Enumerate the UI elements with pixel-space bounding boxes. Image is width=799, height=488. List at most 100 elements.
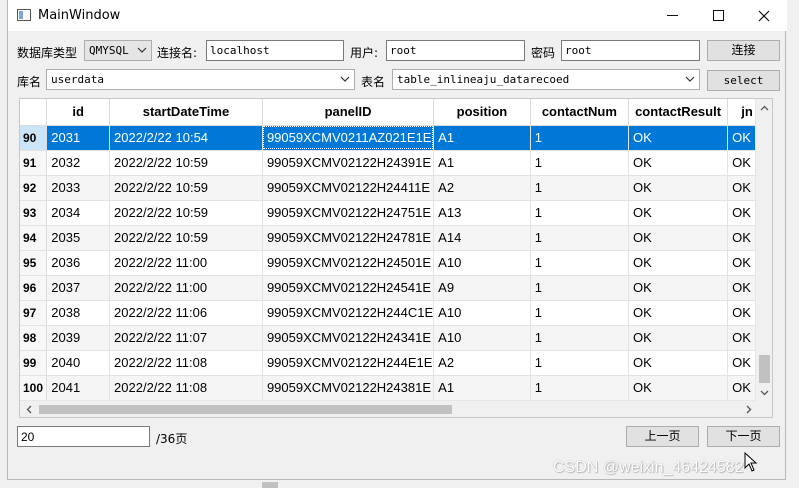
vertical-scrollbar[interactable] xyxy=(755,99,772,401)
cell-position[interactable]: A13 xyxy=(433,200,531,226)
cell-position[interactable]: A1 xyxy=(433,150,531,176)
cell-contactresult[interactable]: OK xyxy=(628,225,729,251)
table-row[interactable]: 99 2040 2022/2/22 11:08 99059XCMV02122H244E… xyxy=(20,350,772,376)
data-table-view[interactable]: id startDateTime panelID position contac… xyxy=(19,98,773,418)
row-header[interactable]: 94 xyxy=(20,225,48,251)
cell-contactresult[interactable]: OK xyxy=(628,200,729,226)
row-header[interactable]: 99 xyxy=(20,350,48,376)
cell-startdatetime[interactable]: 2022/2/22 11:08 xyxy=(109,350,263,376)
cell-contactresult[interactable]: OK xyxy=(628,175,729,201)
row-header[interactable]: 96 xyxy=(20,275,48,301)
table-row[interactable]: 93 2034 2022/2/22 10:59 99059XCMV02122H2475… xyxy=(20,200,772,226)
cell-startdatetime[interactable]: 2022/2/22 10:59 xyxy=(109,150,263,176)
cell-id[interactable]: 2041 xyxy=(46,375,111,401)
cell-contactresult[interactable]: OK xyxy=(628,125,729,151)
cell-startdatetime[interactable]: 2022/2/22 11:08 xyxy=(109,375,263,401)
cell-contactnum[interactable]: 1 xyxy=(530,325,630,351)
user-field[interactable]: root xyxy=(386,40,525,61)
cell-startdatetime[interactable]: 2022/2/22 11:07 xyxy=(109,325,263,351)
cell-contactresult[interactable]: OK xyxy=(628,350,729,376)
cell-id[interactable]: 2032 xyxy=(46,150,111,176)
table-row[interactable]: 100 2041 2022/2/22 11:08 99059XCMV02122H243… xyxy=(20,375,772,401)
scroll-down-button[interactable] xyxy=(756,384,772,401)
cell-id[interactable]: 2038 xyxy=(46,300,111,326)
cell-panelid[interactable]: 99059XCMV02122H24501E xyxy=(262,250,435,276)
cell-id[interactable]: 2031 xyxy=(46,125,111,151)
column-header-id[interactable]: id xyxy=(46,99,111,126)
cell-contactnum[interactable]: 1 xyxy=(530,200,630,226)
connect-button[interactable]: 连接 xyxy=(707,40,780,61)
cell-panelid[interactable]: 99059XCMV02122H24381E xyxy=(262,375,435,401)
cell-contactresult[interactable]: OK xyxy=(628,300,729,326)
cell-contactnum[interactable]: 1 xyxy=(530,275,630,301)
column-header-contactresult[interactable]: contactResult xyxy=(628,99,729,126)
cell-contactresult[interactable]: OK xyxy=(628,250,729,276)
cell-startdatetime[interactable]: 2022/2/22 11:00 xyxy=(109,250,263,276)
table-row[interactable]: 97 2038 2022/2/22 11:06 99059XCMV02122H244C… xyxy=(20,300,772,326)
cell-contactnum[interactable]: 1 xyxy=(530,350,630,376)
cell-position[interactable]: A2 xyxy=(433,175,531,201)
select-button[interactable]: select xyxy=(707,70,780,91)
cell-contactnum[interactable]: 1 xyxy=(530,375,630,401)
db-name-combo[interactable]: userdata xyxy=(46,69,355,90)
row-header[interactable]: 98 xyxy=(20,325,48,351)
prev-page-button[interactable]: 上一页 xyxy=(626,426,699,447)
row-header[interactable]: 91 xyxy=(20,150,48,176)
cell-position[interactable]: A10 xyxy=(433,250,531,276)
column-header-contactnum[interactable]: contactNum xyxy=(530,99,630,126)
cell-panelid[interactable]: 99059XCMV02122H24391E xyxy=(262,150,435,176)
cell-startdatetime[interactable]: 2022/2/22 11:06 xyxy=(109,300,263,326)
cell-startdatetime[interactable]: 2022/2/22 11:00 xyxy=(109,275,263,301)
cell-contactresult[interactable]: OK xyxy=(628,375,729,401)
page-number-field[interactable]: 20 xyxy=(17,426,150,447)
conn-name-field[interactable]: localhost xyxy=(206,40,344,61)
horizontal-scrollbar[interactable] xyxy=(20,400,757,417)
row-header[interactable]: 97 xyxy=(20,300,48,326)
column-header-panelid[interactable]: panelID xyxy=(262,99,435,126)
table-row[interactable]: 98 2039 2022/2/22 11:07 99059XCMV02122H2434… xyxy=(20,325,772,351)
cell-contactnum[interactable]: 1 xyxy=(530,225,630,251)
cell-position[interactable]: A1 xyxy=(433,125,531,151)
column-header-startdatetime[interactable]: startDateTime xyxy=(109,99,263,126)
close-button[interactable] xyxy=(741,0,787,31)
table-row[interactable]: 90 2031 2022/2/22 10:54 99059XCMV0211AZ021E… xyxy=(20,125,772,151)
cell-id[interactable]: 2033 xyxy=(46,175,111,201)
table-row[interactable]: 94 2035 2022/2/22 10:59 99059XCMV02122H2478… xyxy=(20,225,772,251)
cell-contactnum[interactable]: 1 xyxy=(530,125,630,151)
cell-id[interactable]: 2037 xyxy=(46,275,111,301)
table-row[interactable]: 95 2036 2022/2/22 11:00 99059XCMV02122H2450… xyxy=(20,250,772,276)
cell-panelid[interactable]: 99059XCMV02122H24341E xyxy=(262,325,435,351)
cell-contactnum[interactable]: 1 xyxy=(530,175,630,201)
maximize-button[interactable] xyxy=(695,0,741,31)
cell-contactnum[interactable]: 1 xyxy=(530,150,630,176)
password-field[interactable]: root xyxy=(561,40,700,61)
cell-panelid[interactable]: 99059XCMV02122H24751E xyxy=(262,200,435,226)
cell-panelid[interactable]: 99059XCMV02122H24541E xyxy=(262,275,435,301)
cell-id[interactable]: 2035 xyxy=(46,225,111,251)
row-header[interactable]: 90 xyxy=(20,125,48,151)
cell-id[interactable]: 2034 xyxy=(46,200,111,226)
cell-startdatetime[interactable]: 2022/2/22 10:59 xyxy=(109,200,263,226)
row-header[interactable]: 92 xyxy=(20,175,48,201)
cell-id[interactable]: 2040 xyxy=(46,350,111,376)
row-header[interactable]: 100 xyxy=(20,375,48,401)
table-row[interactable]: 92 2033 2022/2/22 10:59 99059XCMV02122H2441… xyxy=(20,175,772,201)
cell-position[interactable]: A14 xyxy=(433,225,531,251)
cell-position[interactable]: A10 xyxy=(433,300,531,326)
next-page-button[interactable]: 下一页 xyxy=(707,426,780,447)
cell-panelid[interactable]: 99059XCMV02122H24411E xyxy=(262,175,435,201)
cell-panelid[interactable]: 99059XCMV0211AZ021E1E xyxy=(262,125,435,151)
row-header[interactable]: 93 xyxy=(20,200,48,226)
cell-position[interactable]: A10 xyxy=(433,325,531,351)
cell-panelid[interactable]: 99059XCMV02122H244E1E xyxy=(262,350,435,376)
row-header[interactable]: 95 xyxy=(20,250,48,276)
cell-panelid[interactable]: 99059XCMV02122H24781E xyxy=(262,225,435,251)
cell-startdatetime[interactable]: 2022/2/22 10:54 xyxy=(109,125,263,151)
cell-id[interactable]: 2036 xyxy=(46,250,111,276)
cell-contactresult[interactable]: OK xyxy=(628,275,729,301)
table-name-combo[interactable]: table_inlineaju_datarecoed xyxy=(392,69,700,90)
cell-startdatetime[interactable]: 2022/2/22 10:59 xyxy=(109,225,263,251)
scroll-up-button[interactable] xyxy=(756,99,772,116)
table-row[interactable]: 91 2032 2022/2/22 10:59 99059XCMV02122H2439… xyxy=(20,150,772,176)
cell-startdatetime[interactable]: 2022/2/22 10:59 xyxy=(109,175,263,201)
